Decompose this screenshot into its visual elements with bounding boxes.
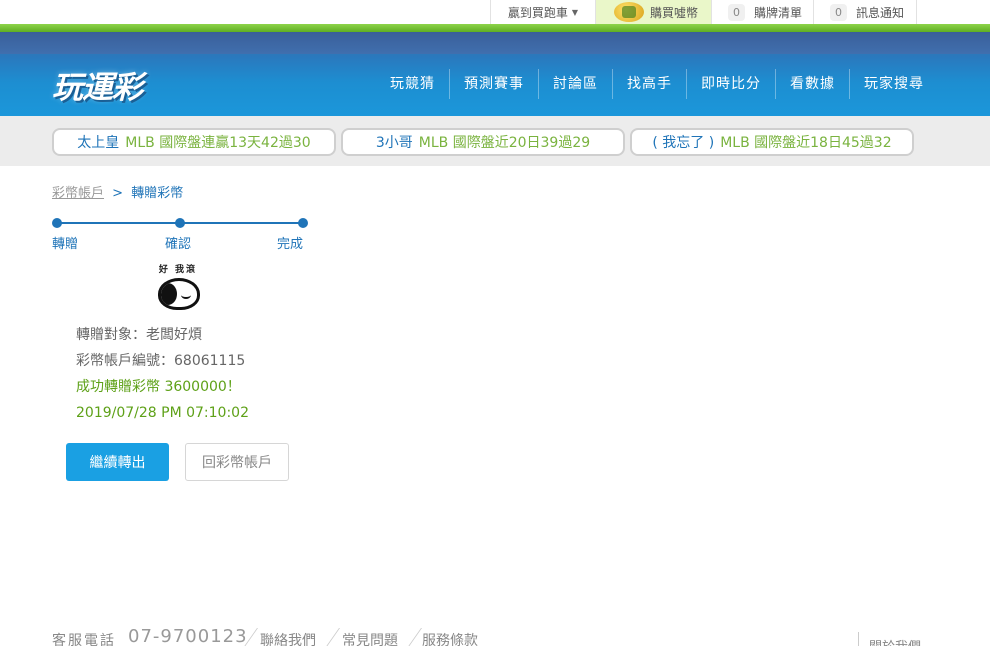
ticker-expert-name: ( 我忘了 ): [652, 135, 715, 151]
back-to-coin-account-button[interactable]: 回彩幣帳戶: [185, 443, 289, 481]
account-number-text: 彩幣帳戶編號：68061115: [76, 353, 246, 369]
nav-item-guess[interactable]: 玩競猜: [376, 69, 450, 99]
continue-transfer-button[interactable]: 繼續轉出: [66, 443, 169, 481]
ticker-record: MLB 國際盤近20日39過29: [418, 135, 591, 151]
ticker-record: MLB 國際盤連贏13天42過30: [125, 135, 311, 151]
site-footer: 客服電話 07-9700123 聯絡我們 常見問題 服務條款 關於我們: [52, 626, 952, 646]
nav-item-forum[interactable]: 討論區: [539, 69, 613, 99]
footer-divider: [406, 628, 423, 646]
nav-item-experts[interactable]: 找高手: [613, 69, 687, 99]
step-label-confirm: 確認: [165, 237, 192, 252]
ticker-expert-name: 3小哥: [375, 135, 413, 151]
breadcrumb: 彩幣帳戶 > 轉贈彩幣: [52, 182, 183, 201]
nav-item-player-search[interactable]: 玩家搜尋: [850, 69, 938, 99]
step-label-transfer: 轉贈: [52, 237, 79, 252]
purchase-list-count-badge: 0: [728, 3, 745, 21]
step-dot-confirm: [175, 218, 185, 228]
ticker-expert-name: 太上皇: [77, 135, 120, 151]
faq-link[interactable]: 常見問題: [342, 630, 398, 646]
recipient-avatar: 好 我滾: [155, 262, 201, 312]
purchase-list-label: 購牌清單: [754, 5, 803, 20]
coin-icon: [614, 2, 644, 22]
ticker-item[interactable]: 太上皇 MLB 國際盤連贏13天42過30: [52, 128, 336, 156]
breadcrumb-separator: >: [112, 186, 124, 201]
bet-cart-label: 贏到買跑車: [507, 5, 568, 20]
nav-item-stats[interactable]: 看數據: [776, 69, 850, 99]
transfer-progress-steps: 轉贈 確認 完成: [52, 216, 308, 256]
expert-ticker: 太上皇 MLB 國際盤連贏13天42過30 3小哥 MLB 國際盤近20日39過…: [0, 116, 990, 166]
service-phone-number: 07-9700123: [128, 626, 248, 646]
ticker-item[interactable]: ( 我忘了 ) MLB 國際盤近18日45過32: [630, 128, 914, 156]
notification-label: 訊息通知: [856, 5, 905, 20]
header-top-shade: [0, 32, 990, 54]
success-message: 成功轉贈彩幣 3600000！: [76, 379, 241, 395]
bet-cart-dropdown[interactable]: 贏到買跑車 ▼: [490, 0, 595, 24]
ticker-record: MLB 國際盤近18日45過32: [720, 135, 892, 151]
buy-coins-label: 購買噓幣: [650, 5, 699, 20]
recipient-text: 轉贈對象：老闆好煩: [76, 327, 202, 343]
service-phone-label: 客服電話: [52, 633, 116, 646]
footer-divider: [324, 628, 341, 646]
about-us-link[interactable]: 關於我們: [869, 636, 921, 646]
step-dot-transfer: [52, 218, 62, 228]
nav-item-predict[interactable]: 預測賽事: [450, 69, 539, 99]
purchase-list-link[interactable]: 0 購牌清單: [711, 0, 813, 24]
step-dot-complete: [298, 218, 308, 228]
notification-link[interactable]: 0 訊息通知: [813, 0, 917, 24]
notification-count-badge: 0: [830, 3, 847, 21]
avatar-caption: 好 我滾: [158, 265, 198, 275]
breadcrumb-coin-account-link[interactable]: 彩幣帳戶: [52, 186, 104, 201]
contact-us-link[interactable]: 聯絡我們: [260, 630, 316, 646]
breadcrumb-current: 轉贈彩幣: [131, 186, 184, 201]
terms-link[interactable]: 服務條款: [422, 630, 478, 646]
panda-face-icon: [158, 278, 200, 310]
ticker-scalloped-edge: [0, 160, 990, 168]
site-header: 玩運彩 玩競猜 預測賽事 討論區 找高手 即時比分 看數據 玩家搜尋: [0, 24, 990, 116]
transfer-result: 轉贈對象：老闆好煩 彩幣帳戶編號：68061115 成功轉贈彩幣 3600000…: [76, 325, 249, 429]
ticker-item[interactable]: 3小哥 MLB 國際盤近20日39過29: [341, 128, 625, 156]
main-nav: 玩競猜 預測賽事 討論區 找高手 即時比分 看數據 玩家搜尋: [376, 69, 938, 99]
transfer-timestamp: 2019/07/28 PM 07:10:02: [76, 405, 249, 421]
site-logo[interactable]: 玩運彩: [52, 62, 143, 107]
buy-coins-button[interactable]: 購買噓幣: [595, 0, 711, 24]
step-label-complete: 完成: [277, 237, 304, 252]
top-utility-bar: 贏到買跑車 ▼ 購買噓幣 0 購牌清單 0 訊息通知: [0, 0, 990, 24]
nav-item-live-scores[interactable]: 即時比分: [687, 69, 776, 99]
chevron-down-icon: ▼: [571, 7, 579, 17]
header-green-strip: [0, 24, 990, 32]
footer-vertical-divider: [858, 632, 859, 646]
